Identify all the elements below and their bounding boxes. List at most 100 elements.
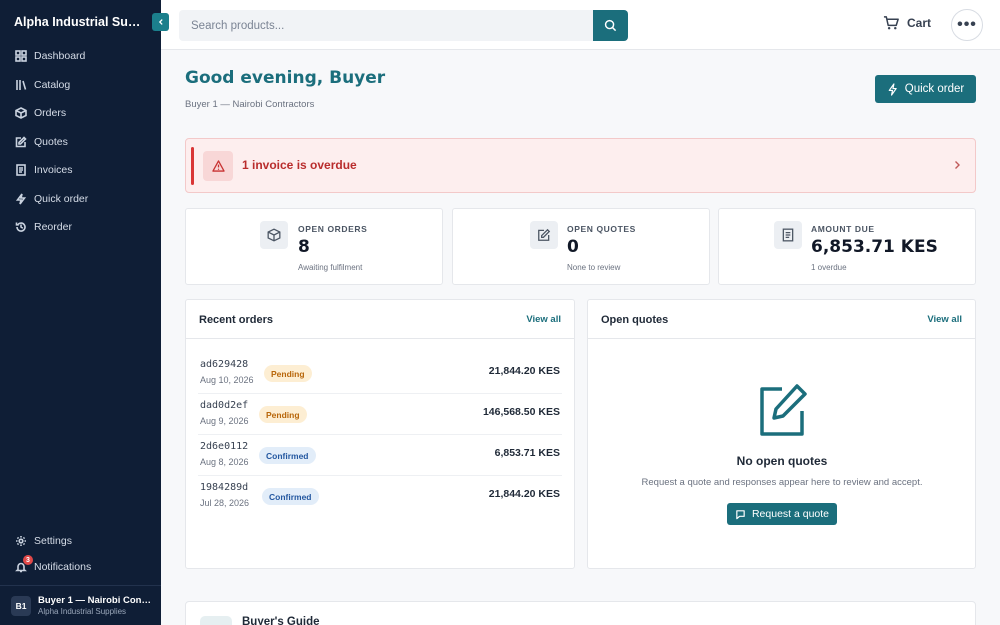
view-all-orders-link[interactable]: View all bbox=[526, 314, 561, 325]
edit-icon bbox=[15, 136, 27, 148]
box-icon bbox=[15, 107, 27, 120]
request-quote-button[interactable]: Request a quote bbox=[727, 503, 837, 525]
table-row[interactable]: 2d6e0112 Aug 8, 2026 Confirmed 6,853.71 … bbox=[186, 433, 574, 474]
order-id: 1984289d bbox=[200, 482, 249, 493]
book-icon bbox=[200, 616, 232, 625]
sidebar-item-orders[interactable]: Orders bbox=[0, 99, 161, 128]
sidebar-item-reorder[interactable]: Reorder bbox=[0, 213, 161, 242]
page-title: Good evening, Buyer bbox=[185, 68, 386, 88]
status-badge: Pending bbox=[264, 365, 312, 382]
stat-value: 8 bbox=[298, 237, 310, 257]
sidebar-item-label: Quick order bbox=[34, 192, 89, 205]
order-date: Aug 10, 2026 bbox=[200, 375, 254, 385]
request-quote-label: Request a quote bbox=[751, 508, 830, 520]
table-row[interactable]: 1984289d Jul 28, 2026 Confirmed 21,844.2… bbox=[186, 474, 574, 515]
sidebar-item-quotes[interactable]: Quotes bbox=[0, 128, 161, 157]
more-menu-button[interactable]: ••• bbox=[951, 9, 983, 41]
sidebar-item-label: Quotes bbox=[34, 135, 68, 148]
status-badge: Pending bbox=[259, 406, 307, 423]
sidebar-item-label: Notifications bbox=[34, 561, 92, 573]
status-badge: Confirmed bbox=[259, 447, 316, 464]
view-all-quotes-link[interactable]: View all bbox=[927, 314, 962, 325]
stat-card-open-quotes[interactable]: OPEN QUOTES 0 None to review bbox=[452, 208, 710, 285]
order-id: 2d6e0112 bbox=[200, 441, 249, 452]
cart-button[interactable]: Cart bbox=[883, 15, 931, 31]
order-total: 146,568.50 KES bbox=[482, 406, 560, 418]
stat-icon-box bbox=[260, 221, 288, 249]
quick-order-button[interactable]: Quick order bbox=[875, 75, 976, 103]
sidebar-item-invoices[interactable]: Invoices bbox=[0, 156, 161, 185]
empty-state-title: No open quotes bbox=[736, 454, 828, 468]
user-profile[interactable]: B1 Buyer 1 — Nairobi Contractors Alpha I… bbox=[0, 585, 161, 625]
stat-card-amount-due[interactable]: AMOUNT DUE 6,853.71 KES 1 overdue bbox=[718, 208, 976, 285]
stat-value: 6,853.71 KES bbox=[811, 237, 938, 257]
order-date: Aug 9, 2026 bbox=[200, 416, 249, 426]
edit-icon bbox=[538, 228, 551, 241]
search-input[interactable] bbox=[179, 10, 593, 41]
search-icon bbox=[604, 19, 617, 32]
sidebar-item-quick-order[interactable]: Quick order bbox=[0, 185, 161, 214]
cart-icon bbox=[883, 16, 899, 30]
alert-accent-bar bbox=[191, 147, 194, 185]
panel-header: Recent orders View all bbox=[186, 300, 574, 339]
buyers-guide-card[interactable]: Buyer's Guide bbox=[185, 601, 976, 625]
notifications-icon-wrap: 3 bbox=[15, 555, 34, 573]
sidebar-item-label: Orders bbox=[34, 107, 67, 120]
stat-note: Awaiting fulfilment bbox=[298, 263, 363, 272]
avatar: B1 bbox=[11, 595, 31, 616]
notification-count-badge: 3 bbox=[23, 555, 33, 565]
sidebar-item-label: Settings bbox=[34, 535, 72, 547]
table-row[interactable]: ad629428 Aug 10, 2026 Pending 21,844.20 … bbox=[186, 351, 574, 392]
stat-icon-box bbox=[774, 221, 802, 249]
history-icon bbox=[15, 222, 26, 233]
stat-label: OPEN ORDERS bbox=[298, 224, 368, 234]
open-quotes-panel: Open quotes View all No open quotes Requ… bbox=[587, 299, 976, 569]
stat-icon-box bbox=[530, 221, 558, 249]
panel-title: Open quotes bbox=[601, 314, 669, 326]
gear-icon bbox=[16, 536, 26, 546]
empty-state-description: Request a quote and responses appear her… bbox=[641, 477, 923, 488]
order-total: 6,853.71 KES bbox=[494, 447, 560, 459]
lightning-icon bbox=[888, 82, 897, 96]
stat-label: OPEN QUOTES bbox=[567, 224, 636, 234]
user-org: Alpha Industrial Supplies bbox=[38, 607, 127, 616]
cart-label: Cart bbox=[907, 16, 932, 30]
sidebar-nav: Dashboard Catalog Orders Quotes Invoices… bbox=[0, 42, 161, 242]
catalog-icon bbox=[16, 79, 27, 90]
receipt-icon bbox=[16, 164, 26, 177]
sidebar-item-label: Catalog bbox=[34, 78, 71, 91]
user-info: Buyer 1 — Nairobi Contractors Alpha Indu… bbox=[38, 595, 153, 616]
page-subtitle: Buyer 1 — Nairobi Contractors bbox=[185, 99, 315, 110]
collapse-sidebar-button[interactable] bbox=[152, 13, 169, 31]
stat-card-open-orders[interactable]: OPEN ORDERS 8 Awaiting fulfilment bbox=[185, 208, 443, 285]
status-badge: Confirmed bbox=[262, 488, 319, 505]
guide-title: Buyer's Guide bbox=[242, 616, 320, 625]
top-header: Cart ••• bbox=[161, 0, 1000, 50]
sidebar: Alpha Industrial Supplies Dashboard Cata… bbox=[0, 0, 169, 625]
box-icon bbox=[267, 228, 281, 242]
sidebar-item-label: Reorder bbox=[34, 221, 72, 234]
overdue-invoice-alert[interactable]: 1 invoice is overdue bbox=[185, 138, 976, 193]
chevron-left-icon bbox=[158, 19, 163, 25]
stat-note: None to review bbox=[567, 263, 621, 272]
chevron-right-icon bbox=[955, 161, 960, 169]
panel-header: Open quotes View all bbox=[588, 300, 975, 339]
edit-icon bbox=[760, 384, 807, 436]
user-name: Buyer 1 — Nairobi Contractors bbox=[38, 595, 153, 606]
alert-message: 1 invoice is overdue bbox=[242, 158, 357, 172]
order-total: 21,844.20 KES bbox=[488, 488, 560, 500]
alert-icon-box bbox=[203, 151, 233, 181]
lightning-icon bbox=[15, 193, 27, 205]
sidebar-item-dashboard[interactable]: Dashboard bbox=[0, 42, 161, 71]
sidebar-item-notifications[interactable]: 3 Notifications bbox=[0, 554, 161, 580]
warning-icon bbox=[211, 160, 225, 172]
search-button[interactable] bbox=[593, 10, 628, 41]
more-dots-icon: ••• bbox=[957, 16, 977, 33]
order-id: ad629428 bbox=[200, 359, 249, 370]
brand-name: Alpha Industrial Supplies bbox=[14, 15, 148, 29]
sidebar-bottom: Settings 3 Notifications bbox=[0, 528, 161, 580]
sidebar-item-settings[interactable]: Settings bbox=[0, 528, 161, 554]
order-date: Jul 28, 2026 bbox=[200, 498, 250, 508]
table-row[interactable]: dad0d2ef Aug 9, 2026 Pending 146,568.50 … bbox=[186, 392, 574, 433]
sidebar-item-catalog[interactable]: Catalog bbox=[0, 71, 161, 100]
